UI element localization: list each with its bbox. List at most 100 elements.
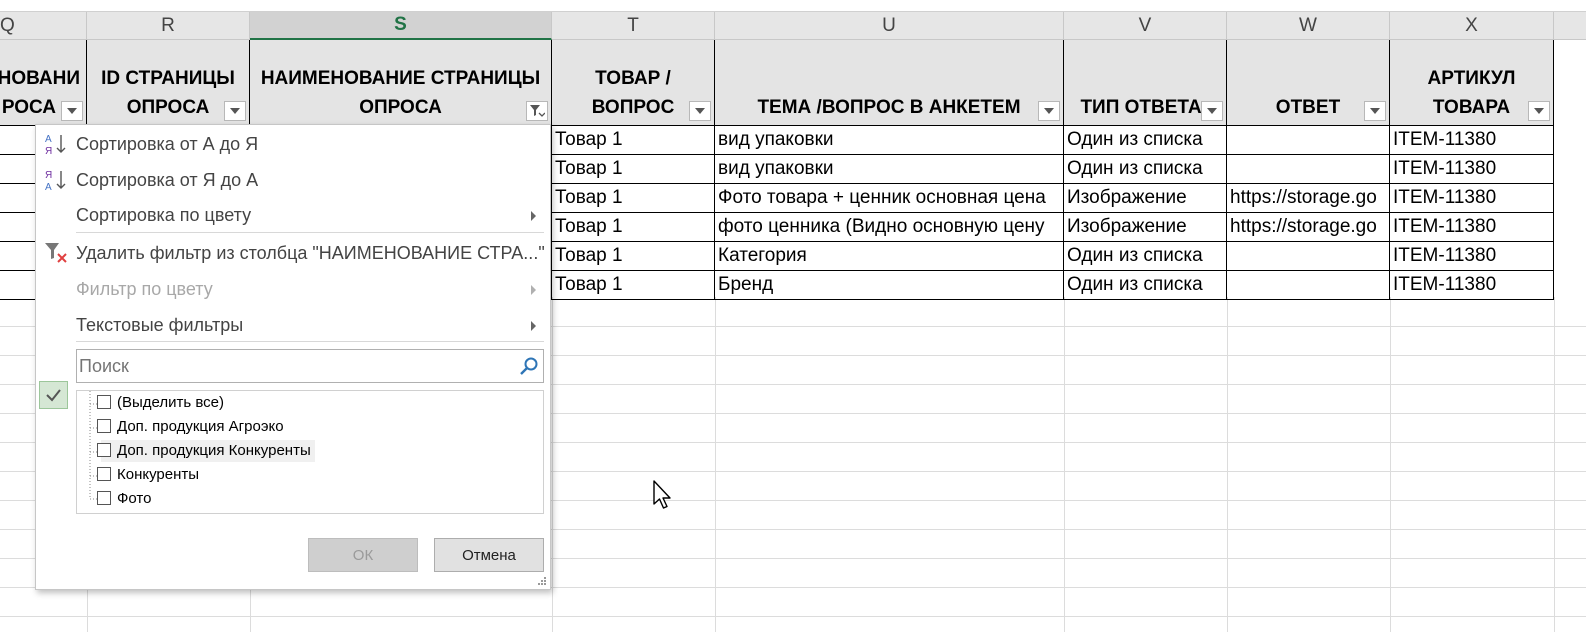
list-item-label: Доп. продукция Агроэко [117, 418, 284, 435]
gridline [1390, 297, 1391, 632]
submenu-arrow-icon [531, 211, 536, 221]
magnifier-icon[interactable] [519, 356, 539, 376]
table-cell[interactable]: Товар 1 [552, 184, 715, 213]
column-letter: Q [0, 14, 15, 36]
list-item[interactable]: (Выделить все) [97, 392, 224, 414]
checkbox[interactable] [97, 467, 111, 481]
column-letter: T [627, 14, 639, 36]
table-cell[interactable]: Изображение [1064, 184, 1227, 213]
column-header-w[interactable]: W [1227, 12, 1390, 40]
table-cell[interactable]: вид упаковки [715, 126, 1064, 155]
header-cell-t: ТОВАР / ВОПРОС [552, 40, 715, 126]
filter-dropdown-button[interactable] [61, 101, 83, 121]
table-cell[interactable]: вид упаковки [715, 155, 1064, 184]
list-item[interactable]: Конкуренты [97, 464, 200, 486]
header-line: ОПРОСА [359, 97, 442, 118]
menu-item-sort-by-color[interactable]: Сортировка по цвету [76, 205, 251, 226]
table-cell[interactable]: Один из списка [1064, 126, 1227, 155]
table-cell[interactable]: https://storage.go [1227, 213, 1390, 242]
filter-dropdown-button[interactable] [1528, 101, 1550, 121]
table-cell[interactable]: Один из списка [1064, 271, 1227, 300]
ok-button[interactable]: ОК [308, 538, 418, 572]
table-cell[interactable] [1227, 242, 1390, 271]
table-cell[interactable]: https://storage.go [1227, 184, 1390, 213]
table-cell[interactable]: Категория [715, 242, 1064, 271]
menu-item-sort-az[interactable]: Сортировка от А до Я [76, 134, 258, 155]
gridline [715, 297, 716, 632]
checkbox[interactable] [97, 419, 111, 433]
column-header-r[interactable]: R [87, 12, 250, 40]
table-cell[interactable]: Товар 1 [552, 155, 715, 184]
column-letter: W [1299, 14, 1317, 36]
table-cell[interactable]: ITEM-11380 [1390, 126, 1554, 155]
sort-descending-icon: ЯА [44, 167, 70, 193]
submenu-arrow-icon [531, 321, 536, 331]
column-header-q[interactable]: Q [0, 12, 87, 40]
column-header-v[interactable]: V [1064, 12, 1227, 40]
filter-dropdown-button[interactable] [689, 101, 711, 121]
menu-separator [76, 341, 544, 342]
table-cell[interactable]: Бренд [715, 271, 1064, 300]
list-item[interactable]: Доп. продукция Конкуренты [97, 440, 315, 462]
menu-item-sort-za[interactable]: Сортировка от Я до А [76, 170, 258, 191]
filter-dropdown-button[interactable] [1201, 101, 1223, 121]
header-line: НАИМЕНОВАНИЕ СТРАНИЦЫ [260, 68, 541, 89]
checkbox[interactable] [97, 491, 111, 505]
table-cell[interactable]: ITEM-11380 [1390, 271, 1554, 300]
submenu-arrow-icon [531, 285, 536, 295]
svg-text:А: А [45, 182, 52, 193]
header-cell-r: ID СТРАНИЦЫ ОПРОСА [87, 40, 250, 126]
resize-grip-icon[interactable] [537, 576, 547, 586]
filter-dropdown-button[interactable] [224, 101, 246, 121]
table-cell[interactable]: Один из списка [1064, 242, 1227, 271]
filter-dropdown-button[interactable] [1364, 101, 1386, 121]
gridline [1064, 297, 1065, 632]
column-header-x[interactable]: X [1390, 12, 1554, 40]
table-cell[interactable]: Товар 1 [552, 271, 715, 300]
menu-item-clear-filter[interactable]: Удалить фильтр из столбца "НАИМЕНОВАНИЕ … [76, 243, 545, 264]
table-cell[interactable] [1227, 271, 1390, 300]
table-cell[interactable]: Фото товара + ценник основная цена [715, 184, 1064, 213]
filter-menu: АЯ Сортировка от А до Я ЯА Сортировка от… [35, 124, 551, 590]
sort-ascending-icon: АЯ [44, 131, 70, 157]
column-header-s[interactable]: S [250, 12, 552, 40]
table-cell[interactable]: Товар 1 [552, 213, 715, 242]
table-cell[interactable]: Товар 1 [552, 126, 715, 155]
gridline [1554, 297, 1555, 632]
checkbox[interactable] [97, 395, 111, 409]
table-cell[interactable]: ITEM-11380 [1390, 213, 1554, 242]
table-cell[interactable]: Один из списка [1064, 155, 1227, 184]
table-cell[interactable]: Изображение [1064, 213, 1227, 242]
menu-item-text-filters[interactable]: Текстовые фильтры [76, 315, 243, 336]
list-item[interactable]: Фото [97, 488, 151, 510]
table-cell[interactable]: Товар 1 [552, 242, 715, 271]
list-item-label: Конкуренты [117, 466, 200, 483]
filter-search-box [76, 349, 544, 383]
column-letter: V [1138, 14, 1152, 36]
filter-values-list: (Выделить все) Доп. продукция Агроэко До… [76, 390, 544, 514]
column-letter: R [161, 14, 175, 36]
list-item-label: Доп. продукция Конкуренты [117, 442, 311, 459]
checkbox[interactable] [97, 443, 111, 457]
column-header-y[interactable] [1554, 12, 1586, 40]
header-line: ТЕМА /ВОПРОС В АНКЕТЕМ [757, 97, 1021, 118]
active-filter-button[interactable] [526, 101, 548, 121]
header-cell-q: НОВАНИ РОСА [0, 40, 87, 126]
table-cell[interactable]: фото ценника (Видно основную цену [715, 213, 1064, 242]
table-cell[interactable]: ITEM-11380 [1390, 155, 1554, 184]
filter-dropdown-button[interactable] [1038, 101, 1060, 121]
table-cell[interactable]: ITEM-11380 [1390, 242, 1554, 271]
column-header-u[interactable]: U [715, 12, 1064, 40]
menu-separator [76, 232, 544, 233]
header-line: НОВАНИ [0, 68, 80, 89]
cancel-button[interactable]: Отмена [434, 538, 544, 572]
filter-search-input[interactable] [77, 350, 501, 382]
column-header-t[interactable]: T [552, 12, 715, 40]
svg-text:Я: Я [45, 146, 52, 157]
gridline [552, 297, 553, 632]
list-item[interactable]: Доп. продукция Агроэко [97, 416, 284, 438]
table-cell[interactable] [1227, 155, 1390, 184]
table-cell[interactable] [1227, 126, 1390, 155]
funnel-icon [530, 105, 545, 117]
table-cell[interactable]: ITEM-11380 [1390, 184, 1554, 213]
